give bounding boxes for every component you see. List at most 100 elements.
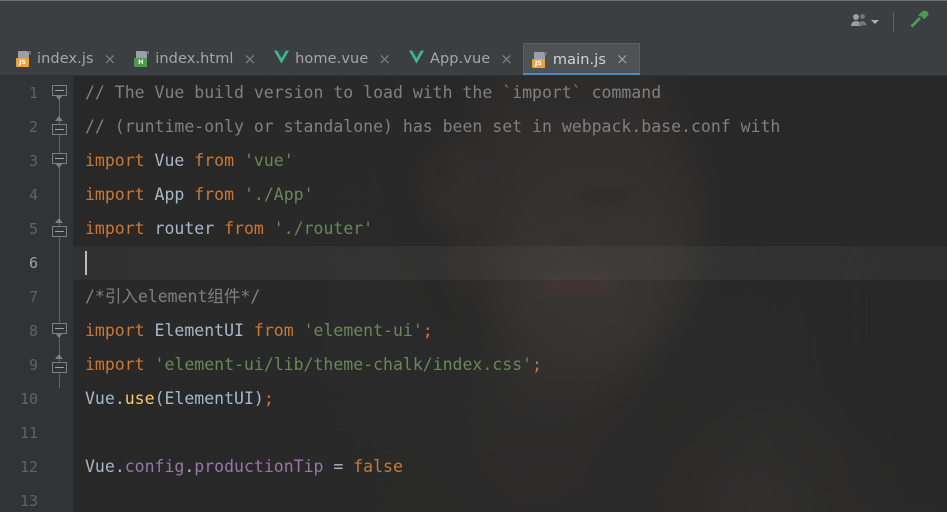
code-token: ( (154, 389, 165, 408)
code-token: import (85, 355, 145, 374)
code-line[interactable] (73, 484, 947, 512)
ide-window: JS index.js × H index.html × home.vue × (0, 0, 947, 512)
line-number: 5 (28, 220, 38, 238)
line-number-current: 6 (28, 254, 38, 272)
code-line[interactable]: // The Vue build version to load with th… (73, 76, 947, 110)
fold-marker-end[interactable] (52, 218, 67, 237)
line-number: 2 (28, 118, 38, 136)
code-token: . (114, 457, 125, 476)
code-token: // The Vue build version to load with th… (85, 83, 662, 102)
code-token: from (194, 151, 235, 170)
code-token: ; (532, 355, 542, 374)
code-token: config (124, 457, 185, 476)
tab-home-vue[interactable]: home.vue × (266, 43, 401, 75)
code-token: './App' (243, 185, 314, 204)
code-text-area[interactable]: // The Vue build version to load with th… (73, 76, 947, 512)
html-file-icon: H (134, 51, 150, 67)
line-number: 4 (28, 186, 38, 204)
code-token: /*引入element组件*/ (85, 287, 261, 306)
tab-label: index.js (37, 51, 94, 67)
line-number: 8 (28, 322, 38, 340)
code-line[interactable]: import Vue from 'vue' (73, 144, 947, 178)
close-icon[interactable]: × (243, 51, 258, 67)
hammer-icon (909, 10, 931, 35)
code-token: router (154, 219, 215, 238)
tab-app-vue[interactable]: App.vue × (401, 43, 523, 75)
line-number: 11 (19, 424, 38, 442)
tab-label: main.js (552, 51, 606, 68)
code-line[interactable]: import App from './App' (73, 178, 947, 212)
tab-label: home.vue (295, 51, 369, 67)
code-token: App (154, 185, 185, 204)
code-token: . (184, 457, 195, 476)
code-line[interactable]: /*引入element组件*/ (73, 280, 947, 314)
code-token: 'vue' (243, 151, 294, 170)
vue-file-icon (274, 50, 290, 68)
code-token: import (85, 185, 145, 204)
code-area[interactable]: 1 2 3 4 5 6 7 8 9 10 11 12 13 // The Vue… (0, 76, 947, 512)
line-number: 9 (28, 356, 38, 374)
close-icon[interactable]: × (615, 52, 630, 67)
code-token: . (114, 389, 125, 408)
vue-file-icon (408, 50, 424, 68)
code-line[interactable] (73, 416, 947, 450)
fold-marker-collapse[interactable] (52, 323, 67, 338)
tab-index-js[interactable]: JS index.js × (8, 43, 126, 75)
js-file-icon: JS (531, 51, 547, 68)
tab-main-js[interactable]: JS main.js × (522, 43, 640, 75)
code-token: Vue (85, 457, 115, 476)
close-icon[interactable]: × (103, 51, 118, 67)
close-icon[interactable]: × (377, 51, 392, 67)
fold-marker-end[interactable] (52, 354, 67, 373)
code-folding-gutter[interactable] (47, 76, 73, 512)
fold-marker-collapse[interactable] (52, 153, 67, 168)
code-token: import (85, 219, 145, 238)
code-token: ElementUI (164, 389, 254, 408)
code-token: // (runtime-only or standalone) has been… (85, 117, 781, 136)
toolbar-right-group (845, 1, 937, 42)
line-number: 3 (28, 152, 38, 170)
code-token: Vue (85, 389, 115, 408)
code-token: from (253, 321, 294, 340)
code-token: ElementUI (154, 321, 244, 340)
editor-tab-bar[interactable]: JS index.js × H index.html × home.vue × (0, 42, 947, 76)
chevron-down-icon (871, 19, 879, 24)
build-button[interactable] (903, 6, 937, 38)
code-line[interactable]: import router from './router' (73, 212, 947, 246)
code-token: ; (263, 389, 274, 408)
html-badge-label: H (134, 58, 148, 67)
code-token: './router' (273, 219, 374, 238)
code-line[interactable]: Vue.config.productionTip = false (73, 450, 947, 484)
fold-marker-end[interactable] (52, 116, 67, 135)
code-line[interactable]: // (runtime-only or standalone) has been… (73, 110, 947, 144)
code-line[interactable]: import 'element-ui/lib/theme-chalk/index… (73, 348, 947, 382)
close-icon[interactable]: × (499, 51, 514, 67)
code-token: = (333, 457, 344, 476)
tab-label: index.html (155, 51, 234, 67)
people-icon (850, 12, 868, 32)
line-number-gutter: 1 2 3 4 5 6 7 8 9 10 11 12 13 (0, 76, 47, 512)
code-line-current[interactable] (73, 246, 947, 280)
tab-index-html[interactable]: H index.html × (126, 43, 266, 75)
code-line[interactable]: Vue.use(ElementUI); (73, 382, 947, 416)
code-editor[interactable]: 1 2 3 4 5 6 7 8 9 10 11 12 13 // The Vue… (0, 76, 947, 512)
js-file-icon: JS (16, 51, 31, 67)
code-token: 'element-ui/lib/theme-chalk/index.css' (154, 355, 533, 374)
line-number: 7 (28, 288, 38, 306)
line-number: 1 (28, 84, 38, 102)
code-line[interactable]: import ElementUI from 'element-ui'; (73, 314, 947, 348)
tab-label: App.vue (429, 51, 491, 67)
fold-marker-collapse[interactable] (52, 85, 67, 100)
people-button[interactable] (845, 9, 884, 35)
